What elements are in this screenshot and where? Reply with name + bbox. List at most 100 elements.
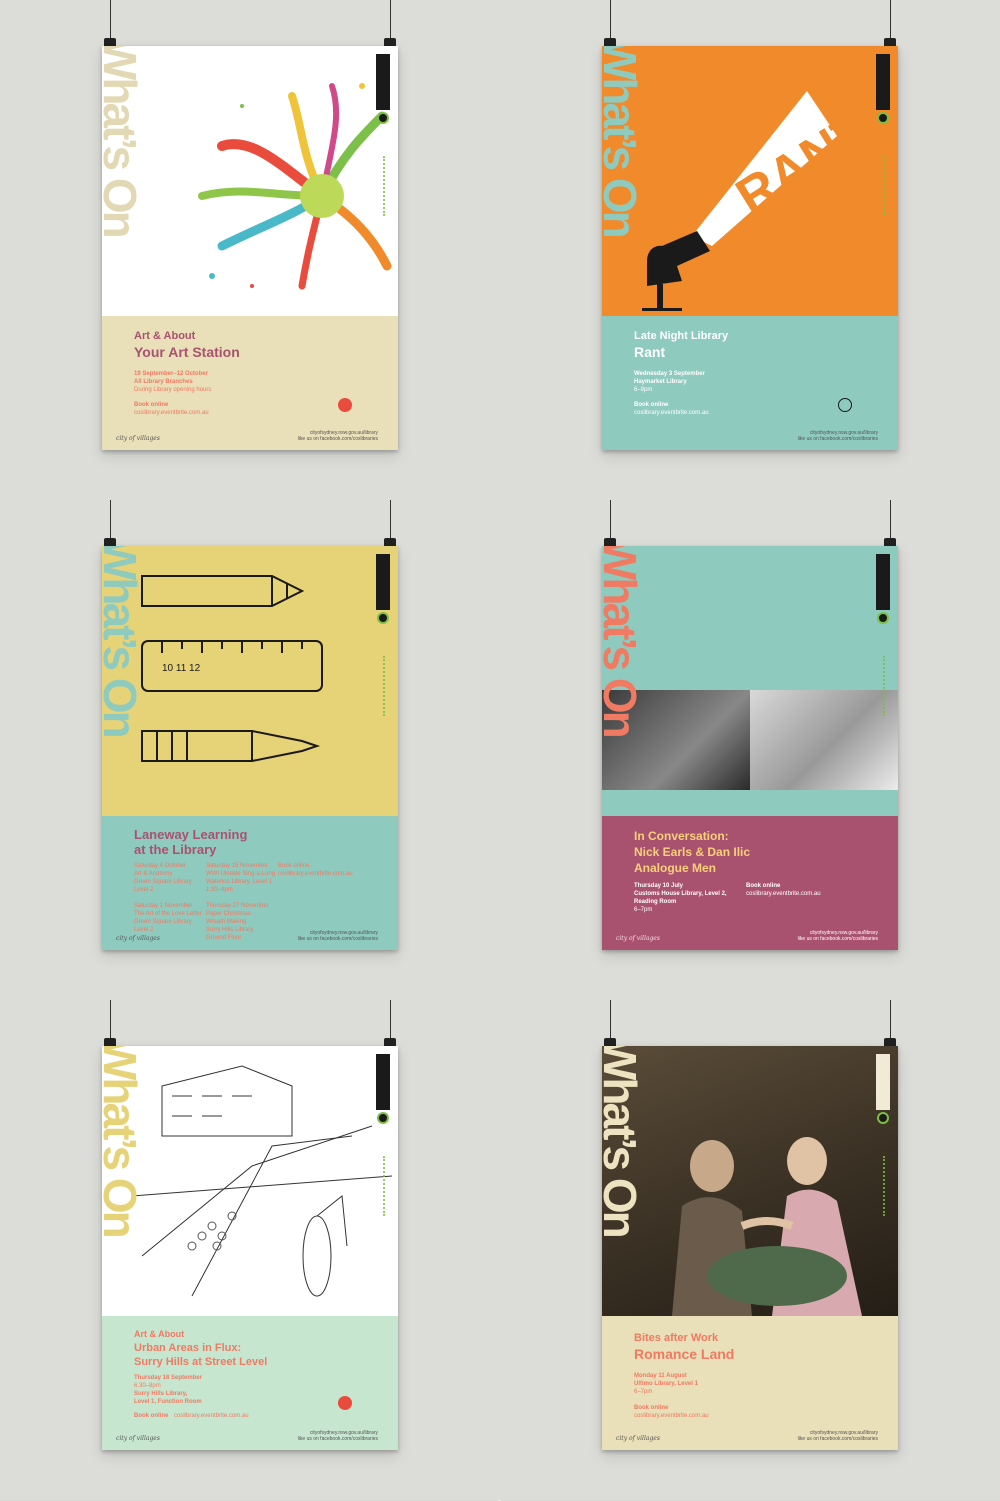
sustainable-sydney-tagline	[883, 156, 889, 216]
event-list-b: Saturday 15 November WWI Ukulele Sing-a-L…	[206, 863, 276, 893]
event-room: Reading Room	[634, 899, 677, 905]
sustainable-sydney-tagline	[383, 656, 389, 716]
facebook-link[interactable]: like us on facebook.com/coslibraries	[298, 436, 378, 442]
stationery-illustration: 10 11 12	[141, 575, 323, 762]
book-online-label: Book online	[634, 402, 669, 408]
sustainable-sydney-tagline	[383, 1156, 389, 1216]
book-online-label: Book online	[746, 883, 781, 889]
event-location: Customs House Library, Level 2,	[634, 891, 727, 897]
event-date: Thursday 18 September	[134, 1375, 203, 1381]
booking-link[interactable]: coslibrary.eventbrite.com.au	[634, 409, 709, 417]
sustainable-sydney-tagline	[883, 1156, 889, 1216]
poster-info-panel: In Conversation: Nick Earls & Dan Ilic A…	[602, 816, 898, 950]
facebook-link[interactable]: like us on facebook.com/coslibraries	[298, 1436, 378, 1442]
event-list-a: Saturday 4 October Art & Anatomy Green Squ…	[134, 863, 192, 893]
event-time: 6–7pm	[634, 1389, 653, 1395]
poster-cell-art-station: Art & About Your Art Station 19 Septembe…	[0, 0, 500, 500]
book-online-label: Book online	[634, 1405, 669, 1411]
whats-on-heading: What’s On	[102, 46, 146, 236]
booking-block: Book online coslibrary.eventbrite.com.au	[746, 882, 821, 898]
poster-info-panel: Laneway Learning at the Library Saturday…	[102, 816, 398, 950]
facebook-link[interactable]: like us on facebook.com/coslibraries	[798, 1436, 878, 1442]
poster-art: RANT	[602, 46, 898, 316]
book-online-label: Book online	[278, 863, 310, 869]
poster-art	[102, 46, 398, 316]
whats-on-heading: What’s On	[102, 546, 146, 736]
poster-info-panel: Bites after Work Romance Land Monday 11 …	[602, 1316, 898, 1450]
city-of-sydney-logo	[376, 1054, 390, 1124]
svg-text:10 11 12: 10 11 12	[162, 663, 201, 674]
library-badge-icon	[838, 398, 852, 412]
book-online-label: Book online	[134, 1413, 169, 1419]
megaphone-illustration: RANT	[642, 91, 880, 311]
sustainable-sydney-tagline	[383, 156, 389, 216]
city-of-villages-script: city of villages	[616, 935, 660, 942]
poster[interactable]: In Conversation: Nick Earls & Dan Ilic A…	[602, 546, 898, 950]
paint-splash-illustration	[198, 83, 392, 290]
event-location: Ultimo Library, Level 1	[634, 1381, 698, 1387]
city-of-sydney-logo	[876, 554, 890, 624]
poster-art: 10 11 12	[102, 546, 398, 816]
poster-info-panel: Late Night Library Rant Wednesday 3 Sept…	[602, 316, 898, 450]
event-room: Level 1, Function Room	[134, 1399, 202, 1405]
poster-cell-laneway-learning: 10 11 12 Laneway Learning at the Library…	[0, 500, 500, 1000]
poster[interactable]: Art & About Urban Areas in Flux: Surry H…	[102, 1046, 398, 1450]
vintage-couple-photo	[672, 1137, 862, 1316]
city-of-sydney-logo	[376, 54, 390, 124]
event-category: Art & About	[134, 330, 196, 342]
booking-link[interactable]: coslibrary.eventbrite.com.au	[746, 890, 821, 898]
poster[interactable]: Bites after Work Romance Land Monday 11 …	[602, 1046, 898, 1450]
event-title: at the Library	[134, 842, 217, 857]
booking-link[interactable]: coslibrary.eventbrite.com.au	[278, 870, 353, 878]
facebook-link[interactable]: like us on facebook.com/coslibraries	[798, 436, 878, 442]
website-footer: cityofsydney.nsw.gov.au/library like us o…	[298, 1430, 378, 1442]
poster-art	[602, 546, 898, 816]
poster[interactable]: Art & About Your Art Station 19 Septembe…	[102, 46, 398, 450]
booking-link[interactable]: coslibrary.eventbrite.com.au	[134, 409, 209, 417]
event-title: Your Art Station	[134, 344, 240, 360]
website-footer: cityofsydney.nsw.gov.au/library like us o…	[298, 930, 378, 942]
event-location: Haymarket Library	[634, 379, 687, 385]
city-of-sydney-logo	[876, 1054, 890, 1124]
whats-on-heading: What’s On	[602, 546, 646, 736]
event-time: 6.30–8pm	[134, 1383, 161, 1389]
poster[interactable]: RANT Late Night Library Rant Wednesday 3…	[602, 46, 898, 450]
event-time: 6–9pm	[634, 387, 653, 393]
poster[interactable]: 10 11 12 Laneway Learning at the Library…	[102, 546, 398, 950]
book-online-label: Book online	[134, 402, 169, 408]
event-time: 6–7pm	[634, 907, 653, 913]
website-footer: cityofsydney.nsw.gov.au/library like us o…	[798, 930, 878, 942]
booking-link[interactable]: coslibrary.eventbrite.com.au	[634, 1412, 709, 1420]
street-sketch-illustration	[131, 1065, 393, 1297]
event-list-c: Saturday 1 November The Art of the Love L…	[134, 903, 202, 933]
event-title: Nick Earls & Dan Ilic	[634, 845, 751, 859]
poster-info-panel: Art & About Your Art Station 19 Septembe…	[102, 316, 398, 450]
event-location: All Library Branches	[134, 379, 193, 385]
event-location: Surry Hills Library,	[134, 1391, 188, 1397]
booking-link[interactable]: coslibrary.eventbrite.com.au	[174, 1412, 249, 1420]
event-category: Bites after Work	[634, 1332, 719, 1344]
whats-on-heading: What’s On	[102, 1046, 146, 1236]
event-title: Rant	[634, 344, 666, 360]
website-footer: cityofsydney.nsw.gov.au/library like us o…	[298, 430, 378, 442]
event-subtitle: Analogue Men	[634, 861, 717, 875]
city-of-villages-script: city of villages	[116, 935, 160, 942]
whats-on-heading: What’s On	[602, 46, 646, 236]
event-date: Wednesday 3 September	[634, 371, 705, 377]
event-category: Late Night Library	[634, 330, 729, 342]
poster-cell-romance-land: Bites after Work Romance Land Monday 11 …	[500, 1000, 1000, 1500]
art-about-badge-icon	[338, 398, 352, 412]
facebook-link[interactable]: like us on facebook.com/coslibraries	[298, 936, 378, 942]
city-of-sydney-logo	[376, 554, 390, 624]
city-of-sydney-logo	[876, 54, 890, 124]
event-time: During Library opening hours	[134, 387, 212, 393]
sustainable-sydney-tagline	[883, 656, 889, 716]
city-of-villages-script: city of villages	[116, 435, 160, 442]
event-list-d: Thursday 27 November Paper Christmas Wreat…	[206, 903, 269, 941]
city-of-villages-script: city of villages	[616, 1435, 660, 1442]
event-subtitle: Surry Hills at Street Level	[134, 1356, 268, 1368]
facebook-link[interactable]: like us on facebook.com/coslibraries	[798, 936, 878, 942]
website-footer: cityofsydney.nsw.gov.au/library like us o…	[798, 1430, 878, 1442]
poster-info-panel: Art & About Urban Areas in Flux: Surry H…	[102, 1316, 398, 1450]
event-date: 19 September–12 October	[134, 371, 209, 377]
